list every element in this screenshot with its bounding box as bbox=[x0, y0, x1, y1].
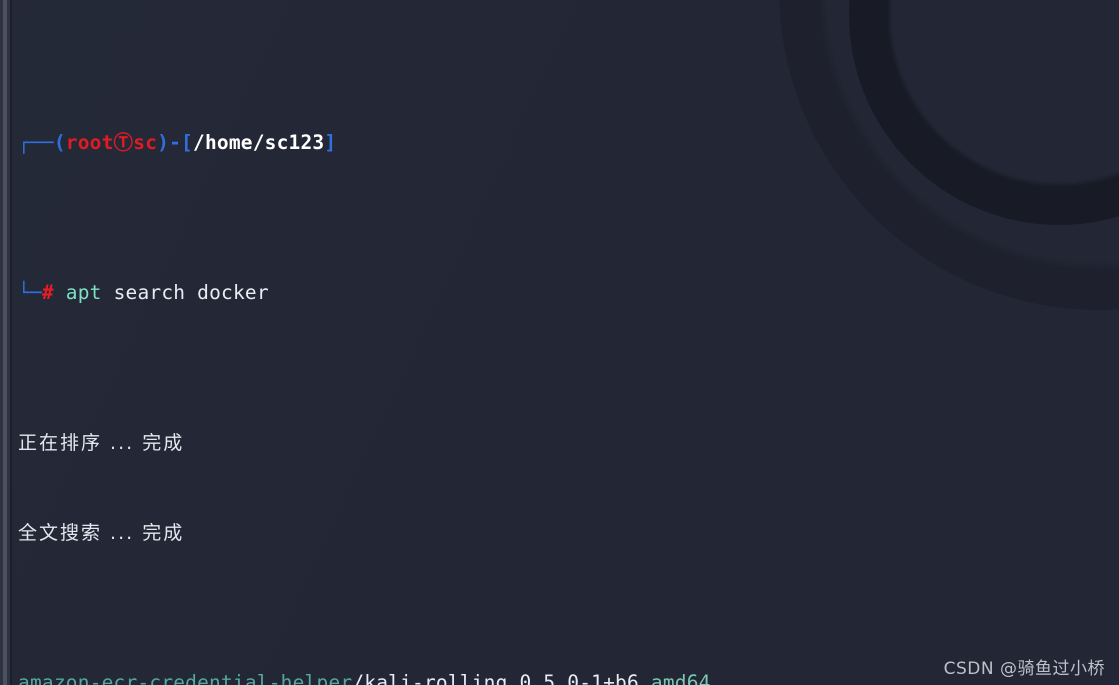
prompt-line-command: └─# apt search docker bbox=[18, 278, 1119, 308]
prompt-user: root bbox=[65, 131, 114, 154]
command-name: apt bbox=[65, 281, 102, 304]
terminal-output-area[interactable]: ┌──(rootⓉsc)-[/home/sc123] └─# apt searc… bbox=[12, 0, 1119, 685]
prompt-close-bracket: ] bbox=[324, 131, 337, 154]
command-arguments: search docker bbox=[113, 281, 269, 304]
prompt-frame-top: ┌── bbox=[18, 131, 54, 154]
prompt-frame-bottom: └─ bbox=[18, 281, 42, 304]
package-name: amazon-ecr-credential-helper bbox=[18, 671, 353, 685]
package-version: 0.5.0-1+b6 bbox=[519, 671, 639, 685]
terminal-window: ┌──(rootⓉsc)-[/home/sc123] └─# apt searc… bbox=[0, 0, 1119, 685]
terminal-scrollbar[interactable] bbox=[0, 0, 12, 685]
status-text-sorting: 正在排序 ... 完成 bbox=[18, 432, 185, 454]
prompt-host: sc bbox=[133, 131, 158, 154]
prompt-dash: - bbox=[169, 131, 182, 154]
kali-dragon-icon: Ⓣ bbox=[113, 131, 134, 154]
prompt-open-bracket: [ bbox=[181, 131, 193, 154]
prompt-line-top: ┌──(rootⓉsc)-[/home/sc123] bbox=[18, 128, 1119, 158]
scrollbar-thumb[interactable] bbox=[3, 0, 7, 685]
status-text-fulltext: 全文搜索 ... 完成 bbox=[18, 522, 185, 544]
package-suite: /kali-rolling bbox=[352, 671, 508, 685]
scrollbar-edge bbox=[10, 0, 12, 685]
prompt-hash: # bbox=[41, 281, 54, 304]
status-line-sorting: 正在排序 ... 完成 bbox=[18, 428, 1119, 458]
package-arch: amd64 bbox=[650, 671, 711, 685]
prompt-close-paren: ) bbox=[157, 131, 170, 154]
command-space bbox=[102, 281, 114, 304]
prompt-open-paren: ( bbox=[53, 131, 66, 154]
prompt-path: /home/sc123 bbox=[193, 131, 325, 154]
csdn-watermark: CSDN @骑鱼过小桥 bbox=[943, 659, 1105, 679]
status-line-fulltext: 全文搜索 ... 完成 bbox=[18, 518, 1119, 548]
